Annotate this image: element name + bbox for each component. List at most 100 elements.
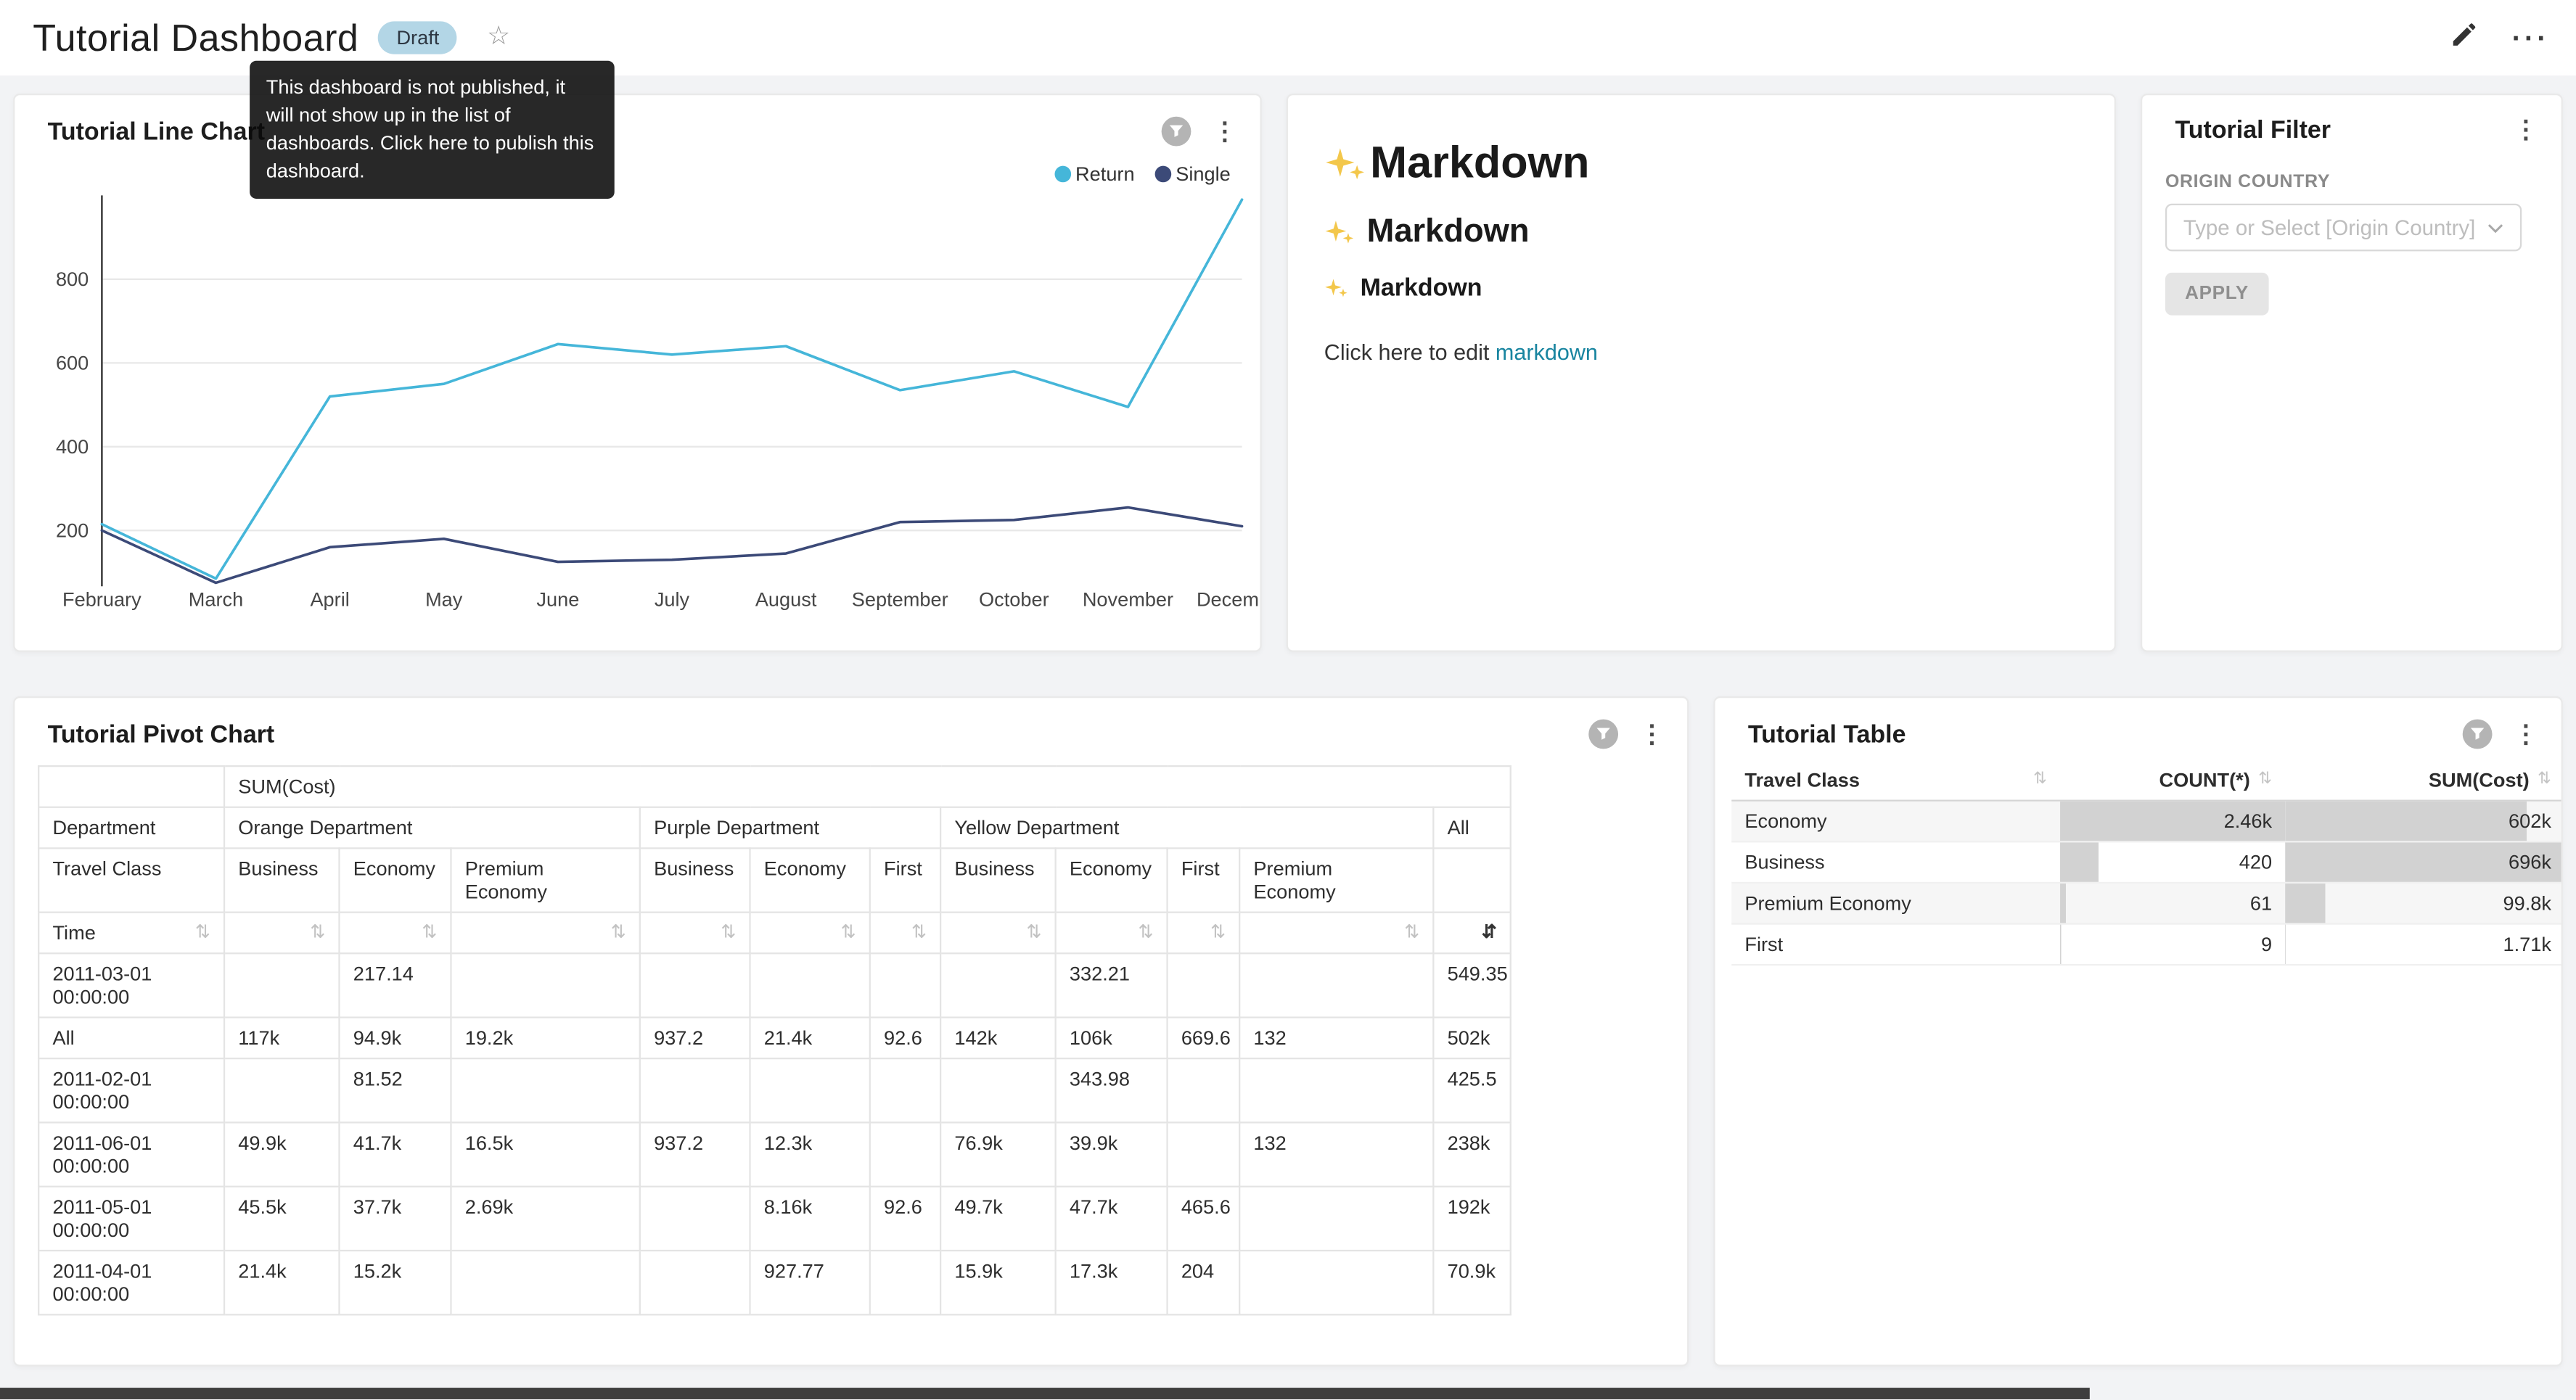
pivot-value-cell: 49.7k — [940, 1187, 1055, 1251]
sort-icon[interactable]: ⇅ — [1027, 921, 1042, 944]
x-tick-label: February — [62, 588, 141, 610]
pivot-value-cell: 15.2k — [340, 1251, 451, 1314]
chart-title: Tutorial Line Chart — [48, 118, 265, 145]
more-options-icon[interactable]: ··· — [2512, 24, 2550, 52]
dashboard-app: Tutorial Dashboard Draft ☆ ··· This dash… — [0, 0, 2576, 1399]
header-icons: ⋮ — [2463, 720, 2538, 749]
column-header-label: SUM(Cost) — [2429, 767, 2530, 791]
sort-icon[interactable]: ⇅ — [611, 921, 626, 944]
pivot-row-label: 2011-04-01 00:00:00 — [38, 1251, 224, 1314]
y-tick-label: 800 — [56, 268, 89, 290]
pivot-value-cell: 8.16k — [750, 1187, 870, 1251]
pivot-value-cell: 343.98 — [1056, 1058, 1168, 1122]
y-tick-label: 400 — [56, 435, 89, 458]
table-card-header: Tutorial Table ⋮ — [1715, 698, 2561, 749]
favorite-star-icon[interactable]: ☆ — [487, 25, 510, 51]
sort-icon[interactable]: ⇅ — [841, 921, 856, 944]
card-table: Tutorial Table ⋮ Travel Class⇅COUNT(*)⇅S… — [1713, 696, 2562, 1367]
table-column-header[interactable]: SUM(Cost)⇅ — [2285, 759, 2563, 800]
sparkle-icon — [1324, 276, 1349, 300]
pivot-sort-cell: ⇵ — [1433, 913, 1510, 954]
pivot-col-header: Premium Economy — [451, 848, 639, 912]
pivot-menu-icon[interactable]: ⋮ — [1639, 722, 1664, 746]
pivot-value-cell: 2.69k — [451, 1187, 639, 1251]
series-line-single — [102, 508, 1242, 583]
bottom-dark-strip — [0, 1388, 2090, 1399]
x-tick-label: December — [1197, 588, 1262, 610]
pivot-table: SUM(Cost)DepartmentOrange DepartmentPurp… — [38, 765, 1511, 1315]
table-column-header[interactable]: COUNT(*)⇅ — [2060, 759, 2285, 800]
x-tick-label: August — [755, 588, 817, 610]
pivot-value-cell — [870, 1058, 940, 1122]
pivot-value-cell: 49.9k — [224, 1122, 339, 1186]
edit-dashboard-icon[interactable] — [2450, 19, 2479, 57]
pivot-sort-cell: ⇅ — [1056, 913, 1168, 954]
pivot-sort-cell: ⇅ — [340, 913, 451, 954]
pivot-col-header: Business — [640, 848, 750, 912]
table-row: Business420696k — [1731, 842, 2563, 884]
pivot-value-cell — [451, 1251, 639, 1314]
table-row: Economy2.46k602k — [1731, 802, 2563, 843]
pivot-sort-cell: ⇅ — [640, 913, 750, 954]
chart-menu-icon[interactable]: ⋮ — [1213, 119, 1237, 144]
column-header-label: COUNT(*) — [2159, 767, 2250, 791]
sort-desc-active-icon[interactable]: ⇵ — [1482, 921, 1497, 944]
page-title: Tutorial Dashboard — [33, 16, 358, 60]
pivot-value-cell: 217.14 — [340, 953, 451, 1017]
legend-item-return[interactable]: Return — [1054, 162, 1135, 186]
sort-icon[interactable]: ⇅ — [310, 921, 325, 944]
pivot-col-header: First — [870, 848, 940, 912]
pivot-row: All117k94.9k19.2k937.221.4k92.6142k106k6… — [38, 1018, 1511, 1059]
travel-class-cell: Premium Economy — [1731, 884, 2060, 923]
sort-icon[interactable]: ⇅ — [1210, 921, 1226, 944]
pivot-value-cell: 549.35 — [1433, 953, 1510, 1017]
pivot-value-cell: 132 — [1239, 1018, 1433, 1059]
pivot-value-cell — [750, 1058, 870, 1122]
pivot-value-cell — [640, 1058, 750, 1122]
apply-button[interactable]: APPLY — [2165, 273, 2268, 316]
card-filter: Tutorial Filter ⋮ ORIGIN COUNTRY Type or… — [2141, 94, 2563, 652]
markdown-edit-link[interactable]: markdown — [1496, 340, 1598, 365]
pivot-value-cell: 47.7k — [1056, 1187, 1168, 1251]
sort-icon[interactable]: ⇅ — [1138, 921, 1153, 944]
markdown-edit-text: Click here to edit — [1324, 340, 1496, 365]
table-column-header[interactable]: Travel Class⇅ — [1731, 759, 2060, 800]
pivot-row-label: 2011-02-01 00:00:00 — [38, 1058, 224, 1122]
pivot-value-cell — [1239, 1251, 1433, 1314]
table-menu-icon[interactable]: ⋮ — [2514, 722, 2538, 746]
legend-dot — [1154, 166, 1171, 183]
pivot-value-cell: 92.6 — [870, 1018, 940, 1059]
legend-item-single[interactable]: Single — [1154, 162, 1231, 186]
pivot-value-cell: 425.5 — [1433, 1058, 1510, 1122]
filter-indicator-icon[interactable] — [1588, 720, 1618, 749]
header-icons: ⋮ — [2514, 118, 2538, 143]
markdown-h3-text: Markdown — [1361, 274, 1482, 302]
pivot-value-cell: 937.2 — [640, 1122, 750, 1186]
card-markdown: Markdown Markdown Markdown Click here to… — [1287, 94, 2116, 652]
draft-badge[interactable]: Draft — [379, 21, 458, 54]
sort-icon[interactable]: ⇅ — [422, 921, 437, 944]
filter-indicator-icon[interactable] — [2463, 720, 2493, 749]
legend-dot — [1054, 166, 1071, 183]
series-line-return — [102, 199, 1242, 578]
pivot-row-label: 2011-06-01 00:00:00 — [38, 1122, 224, 1186]
pivot-sort-cell: ⇅ — [224, 913, 339, 954]
sort-icon[interactable]: ⇅ — [195, 921, 210, 944]
sort-icon[interactable]: ⇅ — [911, 921, 927, 944]
sort-icon[interactable]: ⇅ — [721, 921, 736, 944]
data-table: Travel Class⇅COUNT(*)⇅SUM(Cost)⇅Economy2… — [1731, 759, 2563, 965]
sort-icon[interactable]: ⇅ — [1404, 921, 1419, 944]
pivot-value-cell — [1239, 1187, 1433, 1251]
pivot-value-cell — [1168, 953, 1240, 1017]
pivot-col-header: Economy — [1056, 848, 1168, 912]
card-pivot: Tutorial Pivot Chart ⋮ SUM(Cost)Departme… — [13, 696, 1689, 1367]
filter-indicator-icon[interactable] — [1162, 117, 1191, 147]
pivot-col-header: Business — [224, 848, 339, 912]
pivot-value-cell — [870, 1122, 940, 1186]
card-line-chart: Tutorial Line Chart ⋮ 200400600800Februa… — [13, 94, 1262, 652]
filter-menu-icon[interactable]: ⋮ — [2514, 118, 2538, 143]
pivot-sort-cell: ⇅ — [1168, 913, 1240, 954]
origin-country-select[interactable]: Type or Select [Origin Country] — [2165, 204, 2522, 252]
chart-legend: Return Single — [1054, 162, 1231, 186]
pivot-group-header: Yellow Department — [940, 807, 1433, 849]
